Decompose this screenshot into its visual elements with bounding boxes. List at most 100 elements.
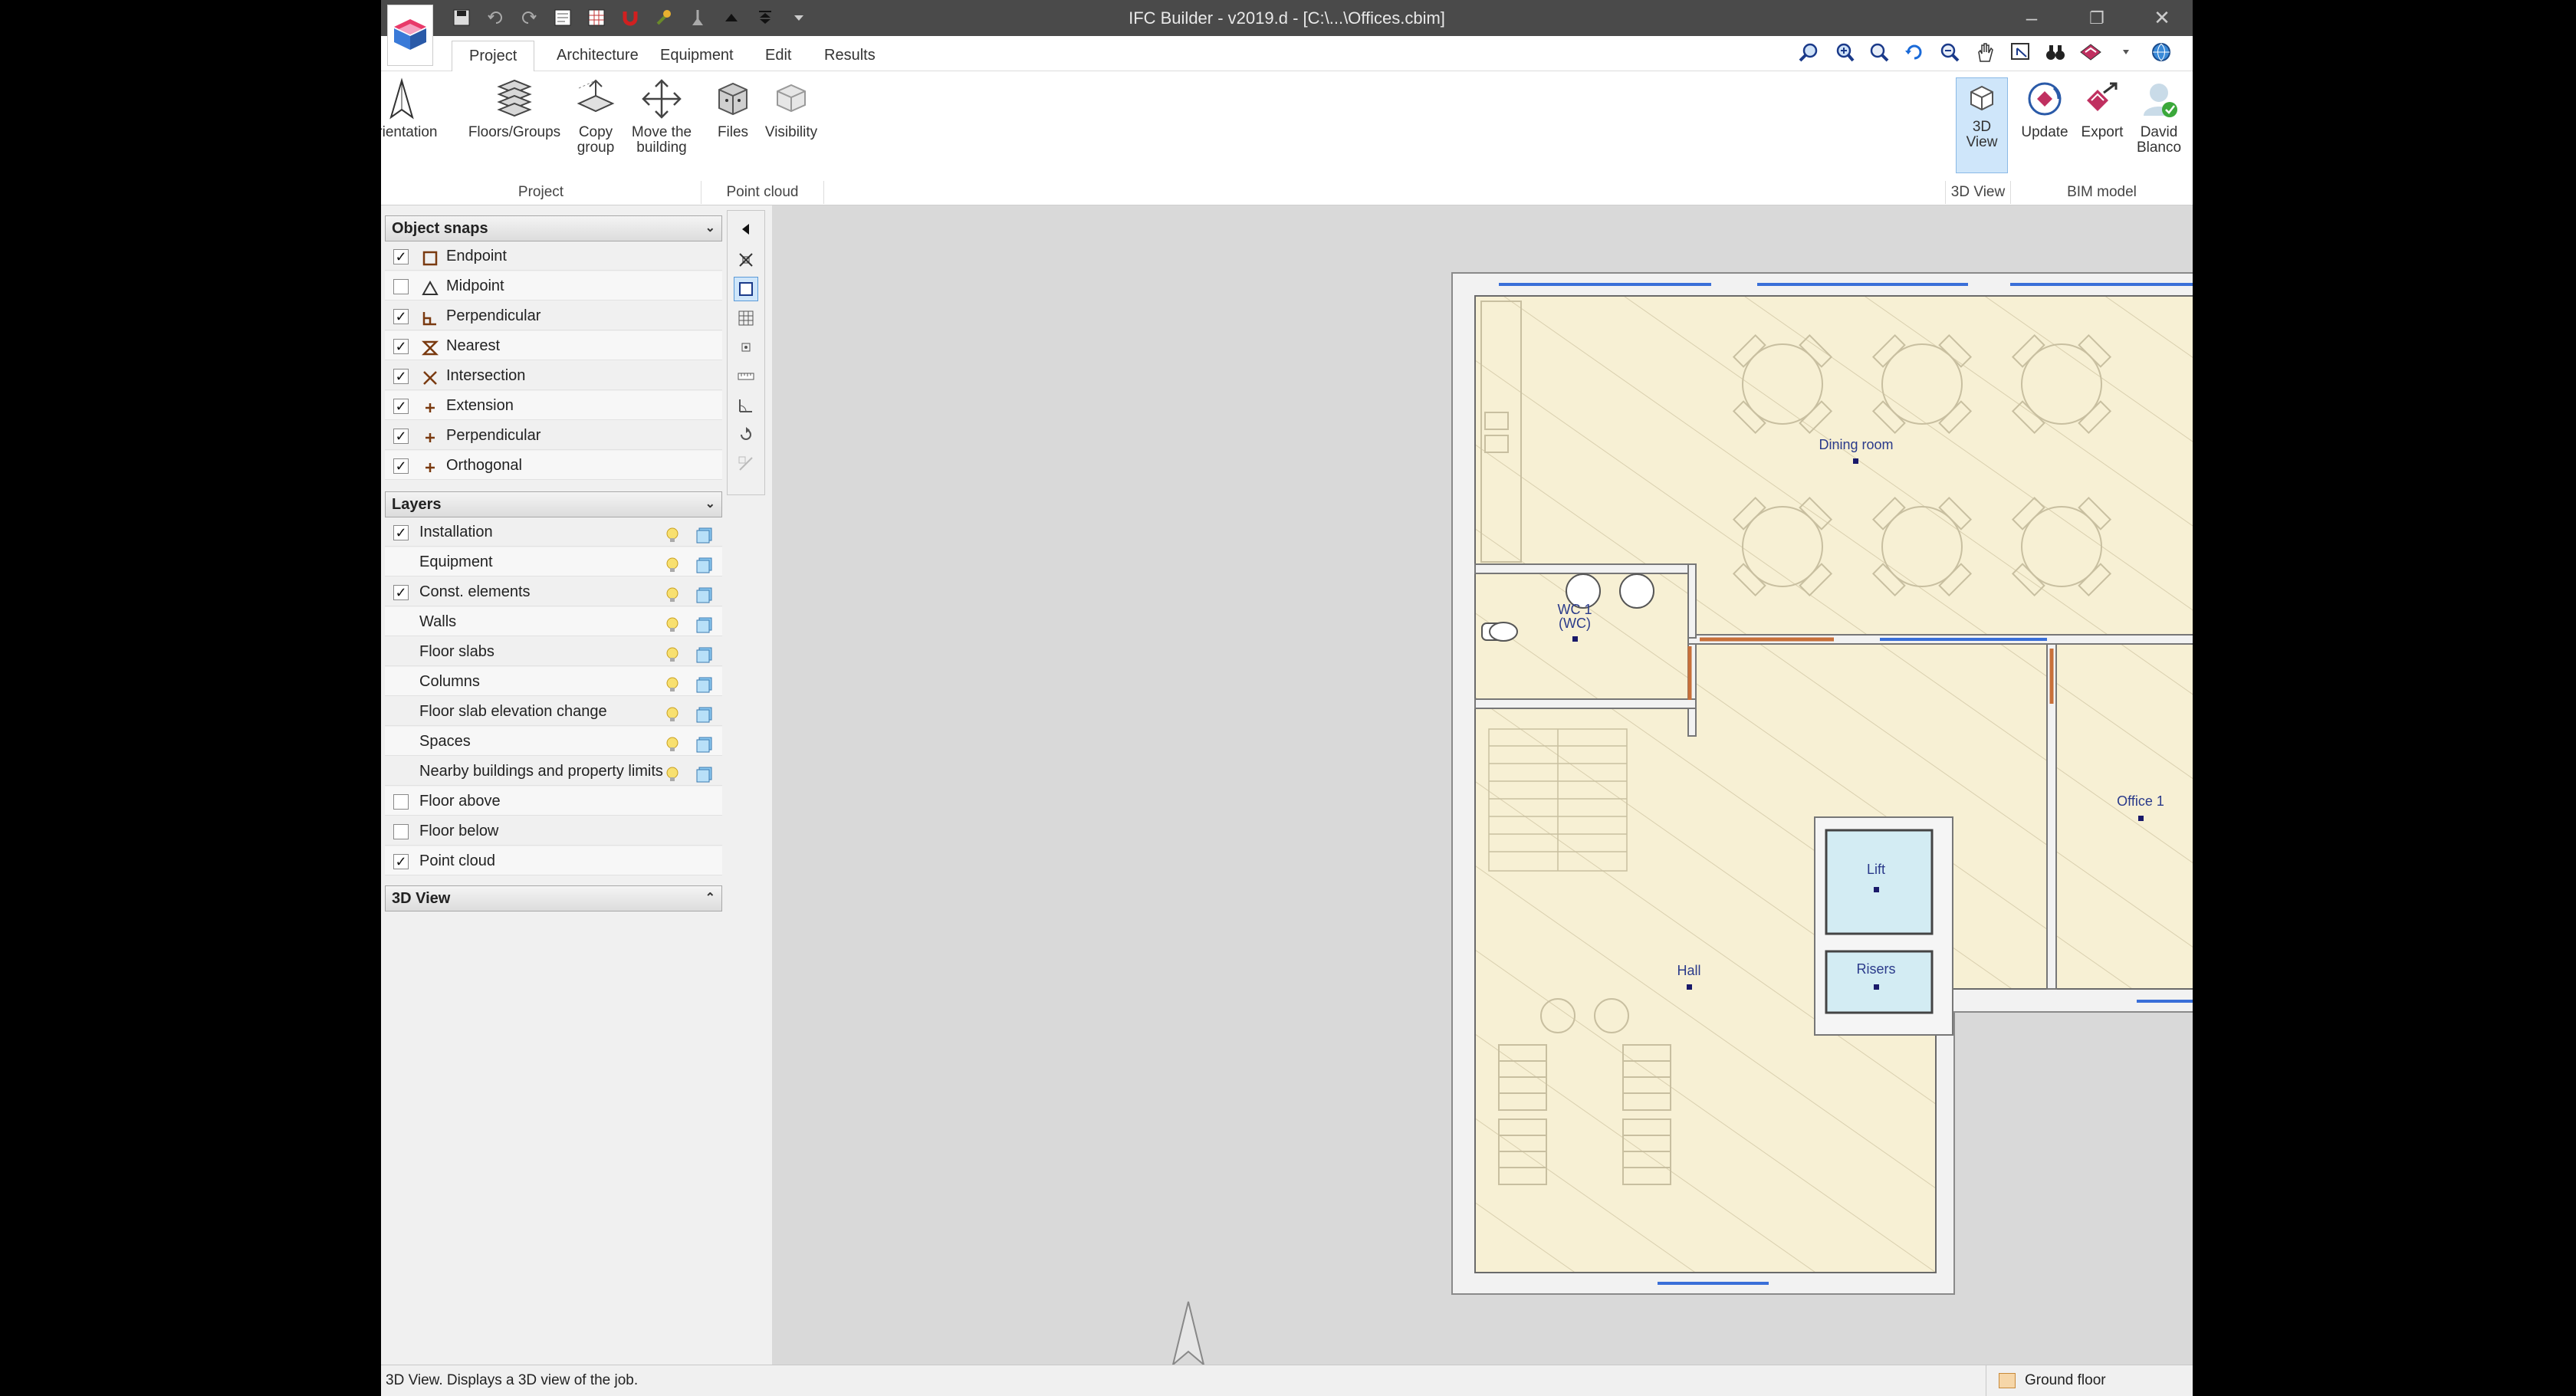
lightbulb-icon[interactable]: [665, 704, 680, 721]
snap-checkbox[interactable]: ✓: [393, 369, 409, 384]
snap-checkbox[interactable]: ✓: [393, 339, 409, 354]
pan-hand-icon[interactable]: [1972, 39, 1998, 65]
lightbulb-icon[interactable]: [665, 584, 680, 602]
snap-checkbox[interactable]: [393, 279, 409, 294]
object-snaps-header[interactable]: Object snaps ⌄: [385, 215, 722, 241]
lift-shaft[interactable]: [1825, 829, 1934, 935]
chevron-down-icon[interactable]: ⌄: [705, 492, 715, 517]
zoom-extents-icon[interactable]: [1866, 39, 1892, 65]
layer-checkbox[interactable]: [393, 794, 409, 810]
snap-checkbox[interactable]: ✓: [393, 429, 409, 444]
layer-color-icon[interactable]: [696, 764, 713, 783]
floors-groups-button[interactable]: Floors/Groups: [465, 77, 564, 140]
floor-selector[interactable]: Ground floor: [1986, 1365, 2193, 1396]
lightbulb-icon[interactable]: [665, 554, 680, 572]
view3d-section-header[interactable]: 3D View ⌃: [385, 885, 722, 912]
snap-tool-icon[interactable]: [734, 248, 758, 272]
room-label-hall[interactable]: Hall: [1677, 963, 1700, 978]
layer-color-icon[interactable]: [696, 524, 713, 544]
layer-color-icon[interactable]: [696, 554, 713, 573]
grid-plan-icon[interactable]: [585, 6, 608, 29]
plan-icon[interactable]: [551, 6, 574, 29]
snap-checkbox[interactable]: ✓: [393, 458, 409, 474]
visibility-button[interactable]: Visibility: [761, 77, 821, 140]
snap-row[interactable]: ✓ Nearest: [385, 331, 722, 360]
orientation-button[interactable]: Orientation: [381, 77, 437, 140]
tab-project[interactable]: Project: [452, 41, 535, 71]
layers-diamond-icon[interactable]: [2078, 39, 2104, 65]
lightbulb-icon[interactable]: [665, 614, 680, 632]
layer-color-icon[interactable]: [696, 734, 713, 753]
user-account-button[interactable]: David Blanco: [2131, 77, 2187, 156]
update-button[interactable]: Update: [2018, 77, 2072, 140]
room-label-lift[interactable]: Lift: [1867, 862, 1885, 877]
select-window-icon[interactable]: [2007, 39, 2033, 65]
lightbulb-icon[interactable]: [665, 674, 680, 691]
layer-row[interactable]: Nearby buildings and property limits: [385, 757, 722, 786]
chevron-down-icon[interactable]: ⌄: [705, 216, 715, 241]
lightbulb-icon[interactable]: [665, 764, 680, 781]
app-logo[interactable]: [387, 5, 433, 66]
tab-architecture[interactable]: Architecture: [540, 41, 656, 71]
risers-shaft[interactable]: [1825, 950, 1934, 1014]
snap-row[interactable]: ✓ Extension: [385, 391, 722, 420]
layer-checkbox[interactable]: ✓: [393, 854, 409, 869]
tab-edit[interactable]: Edit: [748, 41, 808, 71]
ruler-icon[interactable]: [734, 364, 758, 389]
snap-checkbox[interactable]: ✓: [393, 309, 409, 324]
zoom-previous-icon[interactable]: [1796, 39, 1822, 65]
tools-icon[interactable]: [652, 6, 675, 29]
layer-row[interactable]: Walls: [385, 607, 722, 636]
layer-checkbox[interactable]: ✓: [393, 525, 409, 540]
tab-results[interactable]: Results: [807, 41, 892, 71]
zoom-out-icon[interactable]: [1937, 39, 1963, 65]
layer-row[interactable]: Columns: [385, 667, 722, 696]
snap-row[interactable]: ✓ Perpendicular: [385, 301, 722, 330]
floor-select-icon[interactable]: [754, 6, 777, 29]
move-building-button[interactable]: Move the building: [625, 77, 698, 156]
layer-row[interactable]: Floor below: [385, 816, 722, 846]
layer-checkbox[interactable]: ✓: [393, 585, 409, 600]
snap-row[interactable]: Midpoint: [385, 271, 722, 301]
room-label-office[interactable]: Office 1: [2117, 793, 2164, 809]
point-icon[interactable]: [734, 335, 758, 360]
restore-button[interactable]: ❐: [2066, 0, 2128, 36]
lightbulb-icon[interactable]: [665, 734, 680, 751]
collapse-panel-icon[interactable]: [734, 217, 758, 241]
floor-up-icon[interactable]: [720, 6, 743, 29]
layer-row[interactable]: ✓ Installation: [385, 517, 722, 547]
save-icon[interactable]: [450, 6, 473, 29]
layer-color-icon[interactable]: [696, 674, 713, 693]
snap-row[interactable]: ✓ Perpendicular: [385, 421, 722, 450]
layer-row[interactable]: Floor slab elevation change: [385, 697, 722, 726]
layer-color-icon[interactable]: [696, 644, 713, 663]
snap-checkbox[interactable]: ✓: [393, 399, 409, 414]
rotate-icon[interactable]: [734, 422, 758, 447]
layer-color-icon[interactable]: [696, 584, 713, 603]
magnet-icon[interactable]: [619, 6, 642, 29]
minimize-button[interactable]: –: [2001, 0, 2062, 36]
layer-checkbox[interactable]: [393, 824, 409, 839]
layer-row[interactable]: Spaces: [385, 727, 722, 756]
qat-dropdown-icon[interactable]: [787, 6, 810, 29]
binoculars-icon[interactable]: [2042, 39, 2068, 65]
room-label-wc[interactable]: WC 1: [1558, 602, 1592, 617]
layer-row[interactable]: ✓ Point cloud: [385, 846, 722, 875]
layers-header[interactable]: Layers ⌄: [385, 491, 722, 517]
grid-icon[interactable]: [734, 306, 758, 330]
layer-color-icon[interactable]: [696, 614, 713, 633]
snap-checkbox[interactable]: ✓: [393, 249, 409, 264]
chevron-up-icon[interactable]: ⌃: [705, 886, 715, 911]
close-button[interactable]: ✕: [2131, 0, 2193, 36]
undo-icon[interactable]: [484, 6, 507, 29]
layer-row[interactable]: Floor slabs: [385, 637, 722, 666]
snap-row[interactable]: ✓ Endpoint: [385, 241, 722, 271]
globe-icon[interactable]: [2148, 39, 2174, 65]
snap-row[interactable]: ✓ Intersection: [385, 361, 722, 390]
measure-icon[interactable]: [734, 452, 758, 476]
layer-row[interactable]: Equipment: [385, 547, 722, 576]
regenerate-icon[interactable]: [1901, 39, 1927, 65]
export-button[interactable]: Export: [2075, 77, 2129, 140]
lightbulb-icon[interactable]: [665, 644, 680, 662]
snap-row[interactable]: ✓ Orthogonal: [385, 451, 722, 480]
